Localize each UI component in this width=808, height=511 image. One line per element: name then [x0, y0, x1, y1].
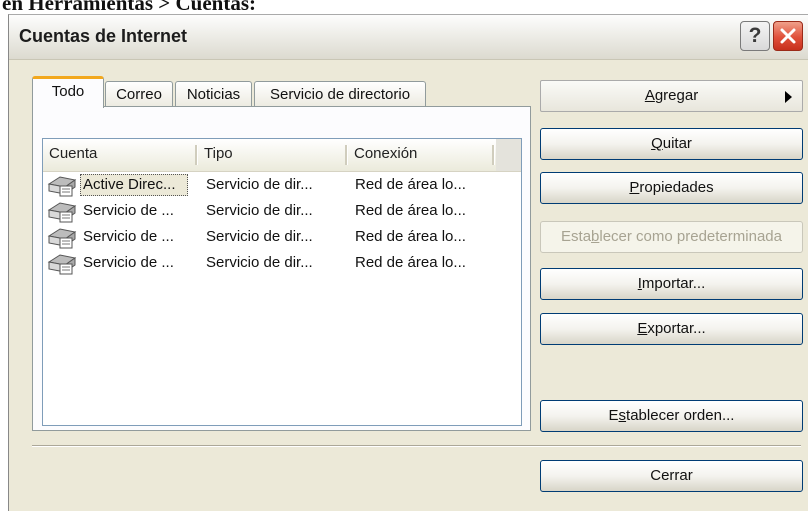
set-order-label-key: s [618, 407, 627, 424]
title-bar: Cuentas de Internet [9, 15, 808, 60]
cell-type: Servicio de dir... [206, 202, 313, 219]
table-row[interactable]: Servicio de ... Servicio de dir... Red d… [43, 199, 521, 225]
submenu-arrow-icon [785, 91, 792, 103]
set-order-button[interactable]: Establecer orden... [540, 400, 803, 432]
add-button[interactable]: Agregar [540, 80, 803, 112]
export-label-post: xportar... [647, 320, 706, 337]
cell-connection: Red de área lo... [355, 254, 466, 271]
column-header-tipo[interactable]: Tipo [198, 139, 348, 171]
tab-noticias[interactable]: Noticias [175, 81, 252, 107]
set-default-label-pre: Esta [561, 228, 592, 245]
window-title: Cuentas de Internet [19, 26, 188, 46]
cell-type: Servicio de dir... [206, 176, 313, 193]
cell-account: Active Direc... [83, 176, 176, 193]
cell-type: Servicio de dir... [206, 228, 313, 245]
cell-connection: Red de área lo... [355, 176, 466, 193]
table-row[interactable]: Servicio de ... Servicio de dir... Red d… [43, 225, 521, 251]
export-button[interactable]: Exportar... [540, 313, 803, 345]
tab-correo[interactable]: Correo [105, 81, 173, 107]
close-window-button[interactable] [773, 21, 803, 51]
properties-button[interactable]: Propiedades [540, 172, 803, 204]
column-header-conexion[interactable]: Conexión [348, 139, 495, 171]
tab-panel: Cuenta Tipo Conexión Active Direc... Ser… [32, 106, 531, 431]
cell-type: Servicio de dir... [206, 254, 313, 271]
properties-label-key: P [629, 179, 640, 196]
close-button[interactable]: Cerrar [540, 460, 803, 492]
tab-todo[interactable]: Todo [32, 76, 104, 108]
export-label-key: E [637, 320, 648, 337]
table-row[interactable]: Active Direc... Servicio de dir... Red d… [43, 173, 521, 199]
accounts-list[interactable]: Cuenta Tipo Conexión Active Direc... Ser… [42, 138, 522, 426]
directory-service-icon [47, 228, 77, 249]
separator [32, 445, 801, 447]
cell-account: Servicio de ... [83, 202, 174, 219]
list-header: Cuenta Tipo Conexión [43, 139, 521, 172]
cell-connection: Red de área lo... [355, 228, 466, 245]
directory-service-icon [47, 254, 77, 275]
add-label-key: A [644, 87, 655, 104]
import-button[interactable]: Importar... [540, 268, 803, 300]
close-icon [780, 28, 796, 44]
remove-label-key: Q [651, 135, 663, 152]
close-label: Cerrar [650, 467, 693, 484]
set-default-label-post: lecer como predeterminada [599, 228, 782, 245]
cell-account: Servicio de ... [83, 254, 174, 271]
add-label-post: gregar [654, 87, 699, 104]
column-header-cuenta[interactable]: Cuenta [43, 139, 198, 171]
set-order-label-post: tablecer orden... [626, 407, 735, 424]
cell-account: Servicio de ... [83, 228, 174, 245]
import-label-post: mportar... [641, 275, 706, 292]
directory-service-icon [47, 176, 77, 197]
tab-servicio-de-directorio[interactable]: Servicio de directorio [254, 81, 426, 107]
header-filler [496, 139, 521, 171]
table-row[interactable]: Servicio de ... Servicio de dir... Red d… [43, 251, 521, 277]
cell-connection: Red de área lo... [355, 202, 466, 219]
set-default-button[interactable]: Establecer como predeterminada [540, 221, 803, 253]
remove-label-post: uitar [662, 135, 692, 152]
help-button[interactable] [740, 21, 770, 51]
internet-accounts-dialog: Cuentas de Internet Todo Correo Noticias… [8, 14, 808, 511]
remove-button[interactable]: Quitar [540, 128, 803, 160]
set-order-label-pre: E [608, 407, 619, 424]
directory-service-icon [47, 202, 77, 223]
properties-label-post: ropiedades [639, 179, 714, 196]
